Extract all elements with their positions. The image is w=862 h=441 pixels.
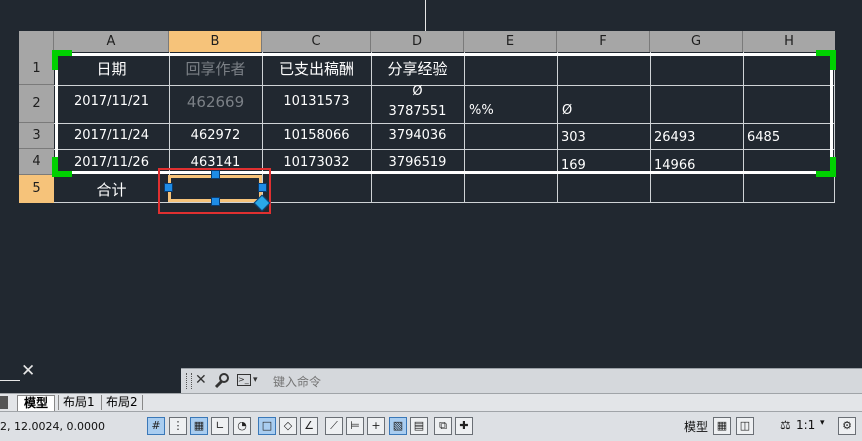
grip-bottom-right-v[interactable] <box>830 157 836 177</box>
viewport-close-icon: ✕ <box>21 361 36 381</box>
row-header-4[interactable]: 4 <box>19 149 54 175</box>
model-space-button[interactable]: 模型 <box>684 418 708 435</box>
column-header-e[interactable]: E <box>464 31 557 52</box>
column-header-h[interactable]: H <box>743 31 835 52</box>
object-snap-icon[interactable]: □ <box>258 417 276 435</box>
viewport-line <box>0 380 20 381</box>
row-header-3[interactable]: 3 <box>19 123 54 149</box>
add-icon[interactable]: ✚ <box>455 417 473 435</box>
tab-model[interactable]: 模型 <box>17 395 56 411</box>
column-header-g[interactable]: G <box>650 31 743 52</box>
viewport-icon[interactable]: ◫ <box>736 417 754 435</box>
layout-tabs: 模型 布局1 布局2 <box>0 393 862 412</box>
column-header-d[interactable]: D <box>371 31 464 52</box>
lineweight-icon[interactable]: + <box>367 417 385 435</box>
status-bar: 2, 12.0024, 0.0000 # ⋮ ▦ ∟ ◔ □ ◇ ∠ ⟋ ⊨ +… <box>0 411 862 441</box>
snap-icon[interactable]: ⋮ <box>169 417 187 435</box>
tab-layout-1[interactable]: 布局1 <box>58 395 99 410</box>
cell-handle-bottom[interactable] <box>211 197 220 206</box>
command-close-icon[interactable]: ✕ <box>195 372 207 388</box>
cell-handle-right[interactable] <box>258 183 267 192</box>
prompt-icon[interactable]: >_ <box>237 374 251 386</box>
cell-a5[interactable]: 合计 <box>54 179 169 200</box>
transparency-icon[interactable]: ▧ <box>389 417 407 435</box>
grid-icon[interactable]: ▦ <box>190 417 208 435</box>
dynamic-ucs-icon[interactable]: ⟋ <box>325 417 343 435</box>
3d-snap-icon[interactable]: ◇ <box>279 417 297 435</box>
chevron-down-icon[interactable]: ▾ <box>253 375 258 385</box>
cell-handle-top[interactable] <box>211 170 220 179</box>
column-header-c[interactable]: C <box>262 31 371 52</box>
chevron-down-icon[interactable]: ▾ <box>820 418 825 428</box>
wrench-icon[interactable] <box>213 372 231 390</box>
row-header-5[interactable]: 5 <box>19 175 54 203</box>
row-header-1[interactable]: 1 <box>19 52 54 85</box>
table-grid[interactable]: A B C D E F G H 1 2 3 4 5 日期 回享作者 已支出稿酬 … <box>19 31 836 203</box>
command-input[interactable] <box>271 372 835 392</box>
command-bar-grip[interactable] <box>186 373 192 389</box>
command-bar[interactable]: ✕ >_ ▾ <box>181 368 862 394</box>
column-header-corner <box>19 31 54 52</box>
dynamic-input-icon[interactable]: ⊨ <box>346 417 364 435</box>
grip-top-left-v[interactable] <box>52 50 58 70</box>
column-header-a[interactable]: A <box>54 31 169 52</box>
cell-handle-top-left[interactable] <box>164 183 173 192</box>
crosshair-vertical <box>425 0 426 31</box>
annotation-scale-icon[interactable]: ⚖ <box>780 418 791 432</box>
polar-icon[interactable]: ◔ <box>233 417 251 435</box>
infer-constraints-icon[interactable]: # <box>147 417 165 435</box>
tab-layout-2[interactable]: 布局2 <box>101 395 143 410</box>
ortho-icon[interactable]: ∟ <box>211 417 229 435</box>
quick-properties-icon[interactable]: ▤ <box>410 417 428 435</box>
annotation-scale[interactable]: 1:1 <box>796 418 815 432</box>
coordinate-readout: 2, 12.0024, 0.0000 <box>0 420 105 433</box>
gear-icon[interactable]: ⚙ <box>838 417 856 435</box>
row-header-2[interactable]: 2 <box>19 85 54 123</box>
column-header-f[interactable]: F <box>557 31 650 52</box>
column-header-b[interactable]: B <box>169 31 262 52</box>
grid-line <box>834 52 835 203</box>
grid-display-icon[interactable]: ▦ <box>713 417 731 435</box>
tab-nav-arrow[interactable] <box>0 396 8 409</box>
grip-bottom-left-v[interactable] <box>52 157 58 177</box>
table-selection-frame <box>55 53 833 174</box>
object-track-icon[interactable]: ∠ <box>300 417 318 435</box>
grip-top-right-v[interactable] <box>830 50 836 70</box>
selection-cycling-icon[interactable]: ⧉ <box>434 417 452 435</box>
